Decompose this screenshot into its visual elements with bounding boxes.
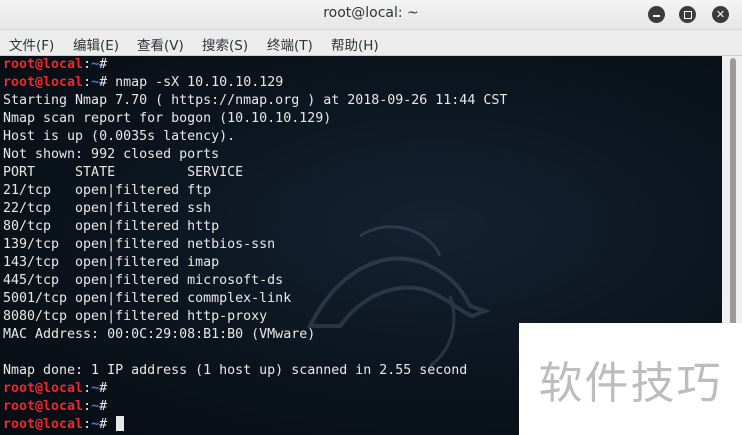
terminal-prompt-line: root@local:~# [3, 416, 507, 434]
output-text: 8080/tcp open|filtered http-proxy [3, 309, 268, 324]
terminal-output-line: 445/tcp open|filtered microsoft-ds [3, 272, 507, 290]
menu-help[interactable]: 帮助(H) [331, 34, 379, 54]
window-title: root@local: ~ [323, 5, 419, 21]
title-bar[interactable]: root@local: ~ ✕ [0, 0, 742, 30]
terminal-output-line: 22/tcp open|filtered ssh [3, 200, 507, 218]
output-text: 143/tcp open|filtered imap [3, 255, 220, 270]
prompt-symbol: # [99, 399, 116, 414]
prompt-path: ~ [91, 381, 100, 396]
minimize-button[interactable] [648, 6, 665, 23]
terminal-output-line: MAC Address: 00:0C:29:08:B1:B0 (VMware) [3, 326, 507, 344]
terminal-output-line: 8080/tcp open|filtered http-proxy [3, 308, 507, 326]
prompt-user: root@local [3, 381, 84, 396]
prompt-user: root@local [3, 75, 84, 90]
prompt-symbol: # [99, 57, 116, 72]
output-text: 5001/tcp open|filtered commplex-link [3, 291, 292, 306]
output-text: MAC Address: 00:0C:29:08:B1:B0 (VMware) [3, 327, 316, 342]
terminal-output-line: Starting Nmap 7.70 ( https://nmap.org ) … [3, 92, 507, 110]
output-text: PORT STATE SERVICE [3, 165, 244, 180]
text-cursor [116, 416, 125, 431]
prompt-separator: : [83, 399, 92, 414]
close-button[interactable]: ✕ [712, 6, 729, 23]
output-text: 80/tcp open|filtered http [3, 219, 220, 234]
terminal-output-line: 143/tcp open|filtered imap [3, 254, 507, 272]
prompt-user: root@local [3, 57, 84, 72]
watermark-text: 软件技巧 [538, 358, 723, 409]
menu-search[interactable]: 搜索(S) [202, 34, 248, 54]
maximize-icon [683, 10, 692, 19]
terminal-prompt-line: root@local:~# [3, 380, 507, 398]
prompt-user: root@local [3, 399, 84, 414]
scrollbar-thumb[interactable] [730, 58, 736, 326]
terminal-output-line: Nmap scan report for bogon (10.10.10.129… [3, 110, 507, 128]
output-text: Not shown: 992 closed ports [3, 147, 220, 162]
output-text: 21/tcp open|filtered ftp [3, 183, 212, 198]
prompt-separator: : [83, 417, 92, 432]
output-text: 445/tcp open|filtered microsoft-ds [3, 273, 284, 288]
terminal-output-line: PORT STATE SERVICE [3, 164, 507, 182]
prompt-path: ~ [91, 417, 100, 432]
terminal-prompt-line: root@local:~# nmap -sX 10.10.10.129 [3, 74, 507, 92]
terminal-output-line: Not shown: 992 closed ports [3, 146, 507, 164]
prompt-path: ~ [91, 57, 100, 72]
output-text: Nmap scan report for bogon (10.10.10.129… [3, 111, 332, 126]
command-text: nmap -sX 10.10.10.129 [115, 75, 284, 90]
terminal-prompt-line: root@local:~# [3, 398, 507, 416]
prompt-separator: : [83, 75, 92, 90]
maximize-button[interactable] [679, 6, 696, 23]
prompt-user: root@local [3, 417, 84, 432]
terminal-output-line: Host is up (0.0035s latency). [3, 128, 507, 146]
menu-file[interactable]: 文件(F) [9, 34, 54, 54]
terminal-output-line: 21/tcp open|filtered ftp [3, 182, 507, 200]
terminal-window: root@local: ~ ✕ 文件(F) 编辑(E) 查看(V) 搜索(S) … [0, 0, 742, 435]
prompt-symbol: # [99, 381, 116, 396]
close-icon: ✕ [715, 8, 726, 21]
output-text: Nmap done: 1 IP address (1 host up) scan… [3, 363, 468, 378]
prompt-separator: : [83, 57, 92, 72]
terminal-prompt-line: root@local:~# [3, 56, 507, 74]
output-text: 139/tcp open|filtered netbios-ssn [3, 237, 276, 252]
menu-bar: 文件(F) 编辑(E) 查看(V) 搜索(S) 终端(T) 帮助(H) [0, 30, 742, 56]
terminal-output-line: 80/tcp open|filtered http [3, 218, 507, 236]
output-text: 22/tcp open|filtered ssh [3, 201, 212, 216]
watermark: 软件技巧 [519, 323, 742, 435]
terminal-output-line: 139/tcp open|filtered netbios-ssn [3, 236, 507, 254]
prompt-path: ~ [91, 75, 100, 90]
prompt-path: ~ [91, 399, 100, 414]
prompt-symbol: # [99, 75, 116, 90]
menu-edit[interactable]: 编辑(E) [73, 34, 119, 54]
terminal-output-line: Nmap done: 1 IP address (1 host up) scan… [3, 362, 507, 380]
terminal-output-line: 5001/tcp open|filtered commplex-link [3, 290, 507, 308]
minimize-icon [653, 14, 660, 17]
menu-view[interactable]: 查看(V) [137, 34, 184, 54]
output-text: Starting Nmap 7.70 ( https://nmap.org ) … [3, 93, 508, 108]
menu-terminal[interactable]: 终端(T) [267, 34, 313, 54]
prompt-separator: : [83, 381, 92, 396]
prompt-symbol: # [99, 417, 116, 432]
terminal-output: root@local:~# root@local:~# nmap -sX 10.… [3, 56, 507, 434]
output-text: Host is up (0.0035s latency). [3, 129, 236, 144]
